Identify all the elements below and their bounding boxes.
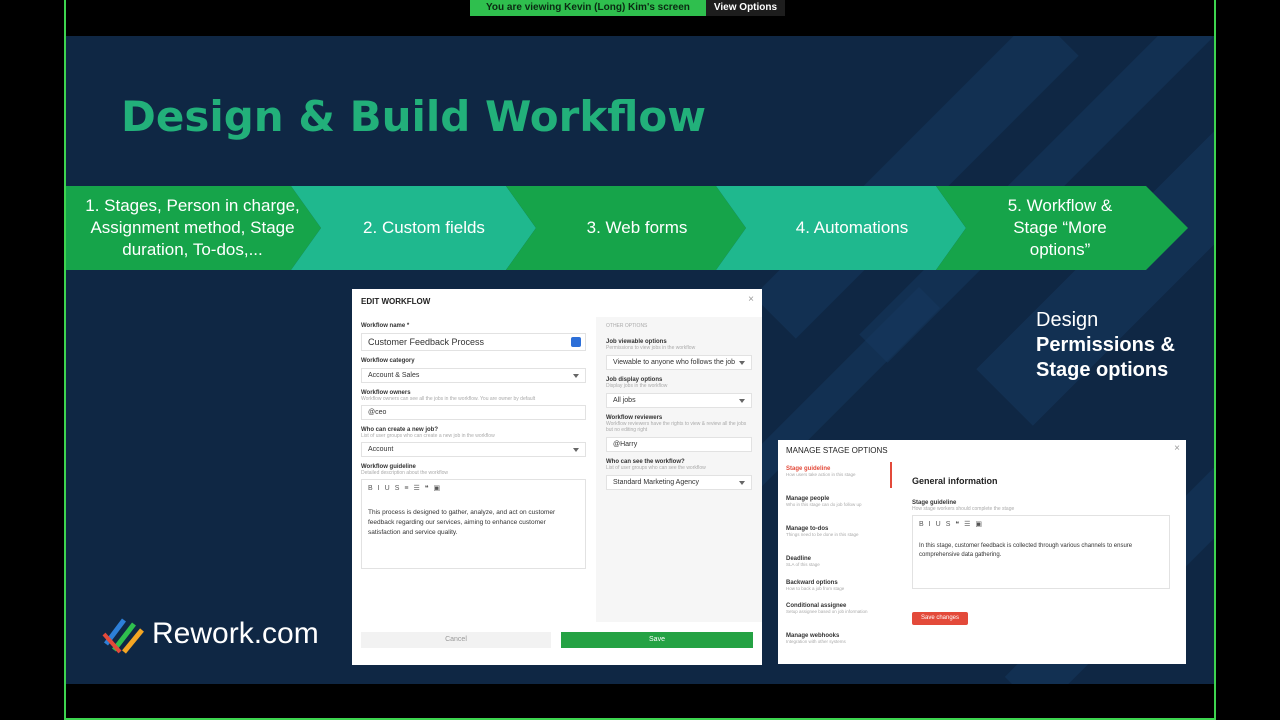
guideline-hint: Detailed description about the workflow [361,470,448,476]
stage-menu-item[interactable]: Stage guideline How users take action in … [786,466,886,477]
viewable-select[interactable]: Viewable to anyone who follows the job [606,355,752,370]
chevron-down-icon [739,361,745,365]
quote-icon[interactable]: ❝ [955,520,959,528]
step-5-label: 5. Workflow & Stage “More options” [1007,196,1113,259]
manage-stage-title: MANAGE STAGE OPTIONS [786,446,888,455]
edit-icon[interactable] [571,337,581,347]
viewable-hint: Permissions to view jobs in the workflow [606,345,696,351]
bold-icon[interactable]: B [368,485,373,492]
save-changes-button[interactable]: Save changes [912,612,968,625]
stage-menu-item[interactable]: Conditional assignee Setup assignee based… [786,603,886,614]
rework-logo-icon [100,614,144,654]
screen-share-banner: You are viewing Kevin (Long) Kim's scree… [470,0,786,16]
active-indicator [890,462,892,488]
step-1-label: 1. Stages, Person in charge, Assignment … [85,196,300,259]
stage-guideline-editor[interactable]: B I U S ❝ ☰ ▣ In this stage, customer feedback… [912,515,1170,589]
caption-line-2: Permissions & [1036,334,1175,356]
create-job-select[interactable]: Account [361,442,586,457]
guideline-editor[interactable]: B I U S ≡ ☰ ❝ ▣ This process is designed to gat… [361,479,586,569]
workflow-name-label: Workflow name * [361,323,410,329]
cancel-button[interactable]: Cancel [361,632,551,648]
edit-workflow-title: EDIT WORKFLOW [361,297,431,306]
quote-icon[interactable]: ❝ [425,484,429,492]
workflow-name-value: Customer Feedback Process [368,337,485,347]
category-label: Workflow category [361,358,415,364]
chevron-down-icon [739,399,745,403]
italic-icon[interactable]: I [378,485,380,492]
create-job-value: Account [368,446,394,453]
display-value: All jobs [613,397,636,404]
editor-toolbar: B I U S ≡ ☰ ❝ ▣ [368,484,579,492]
close-icon[interactable]: × [748,294,754,305]
stage-menu-item[interactable]: Backward options How to back a job from s… [786,580,886,591]
reviewers-input[interactable]: @Harry [606,437,752,452]
slide-title: Design & Build Workflow [121,92,707,141]
view-options-button[interactable]: View Options [705,0,786,16]
display-select[interactable]: All jobs [606,393,752,408]
image-icon[interactable]: ▣ [975,520,982,528]
italic-icon[interactable]: I [929,521,931,528]
bold-icon[interactable]: B [919,521,924,528]
category-select[interactable]: Account & Sales [361,368,586,383]
display-hint: Display jobs in the workflow [606,383,668,389]
see-workflow-hint: List of user groups who can see the work… [606,465,706,471]
rework-logo: Rework.com [100,614,319,654]
other-options-title: OTHER OPTIONS [606,323,648,329]
steps-arrow-bar: 1. Stages, Person in charge, Assignment … [66,186,1214,270]
rework-logo-text: Rework.com [152,617,319,650]
category-value: Account & Sales [368,372,420,379]
workflow-name-input[interactable]: Customer Feedback Process [361,333,586,351]
strike-icon[interactable]: S [395,485,400,492]
underline-icon[interactable]: U [385,485,390,492]
viewing-label: You are viewing Kevin (Long) Kim's scree… [470,0,706,16]
list-icon[interactable]: ☰ [413,484,419,492]
viewable-value: Viewable to anyone who follows the job [613,359,736,366]
chevron-down-icon [739,481,745,485]
strike-icon[interactable]: S [946,521,951,528]
save-button[interactable]: Save [561,632,753,648]
presentation-slide: Design & Build Workflow 1. Stages, Perso… [66,36,1214,684]
manage-stage-dialog: MANAGE STAGE OPTIONS × Stage guideline Ho… [778,440,1186,664]
owners-hint: Workflow owners can see all the jobs in … [361,396,536,402]
step-4-label: 4. Automations [795,218,909,237]
stage-menu-item[interactable]: Manage to-dos Things need to be done in t… [786,526,886,537]
chevron-down-icon [573,374,579,378]
underline-icon[interactable]: U [936,521,941,528]
step-3-label: 3. Web forms [586,218,688,237]
other-options-panel: OTHER OPTIONS Job viewable options Permi… [596,317,762,622]
see-workflow-value: Standard Marketing Agency [613,479,699,486]
caption-line-1: Design [1036,309,1099,331]
create-job-hint: List of user groups who can create a new… [361,433,495,439]
stage-guideline-hint: How stage workers should complete the st… [912,506,1015,512]
stage-menu-item[interactable]: Deadline SLA of this stage [786,556,886,567]
see-workflow-select[interactable]: Standard Marketing Agency [606,475,752,490]
guideline-text: This process is designed to gather, anal… [368,509,556,536]
editor-toolbar: B I U S ❝ ☰ ▣ [919,520,1163,528]
stage-menu-item[interactable]: Manage webhooks Integration with other sy… [786,633,886,644]
stage-menu-item[interactable]: Manage people Who in this stage can do jo… [786,496,886,507]
close-icon[interactable]: × [1174,443,1180,454]
permissions-caption: Design Permissions & Stage options [1036,308,1175,383]
image-icon[interactable]: ▣ [434,484,441,492]
heading-icon[interactable]: ≡ [404,485,408,492]
stage-guideline-text: In this stage, customer feedback is coll… [919,543,1133,558]
chevron-down-icon [573,448,579,452]
owners-input[interactable]: @ceo [361,405,586,420]
reviewers-hint: Workflow reviewers have the rights to vi… [606,421,747,433]
general-info-heading: General information [912,476,998,486]
edit-workflow-dialog: EDIT WORKFLOW × Workflow name * Customer… [352,289,762,665]
list-icon[interactable]: ☰ [964,520,970,528]
caption-line-3: Stage options [1036,359,1169,381]
step-2-label: 2. Custom fields [363,218,485,237]
